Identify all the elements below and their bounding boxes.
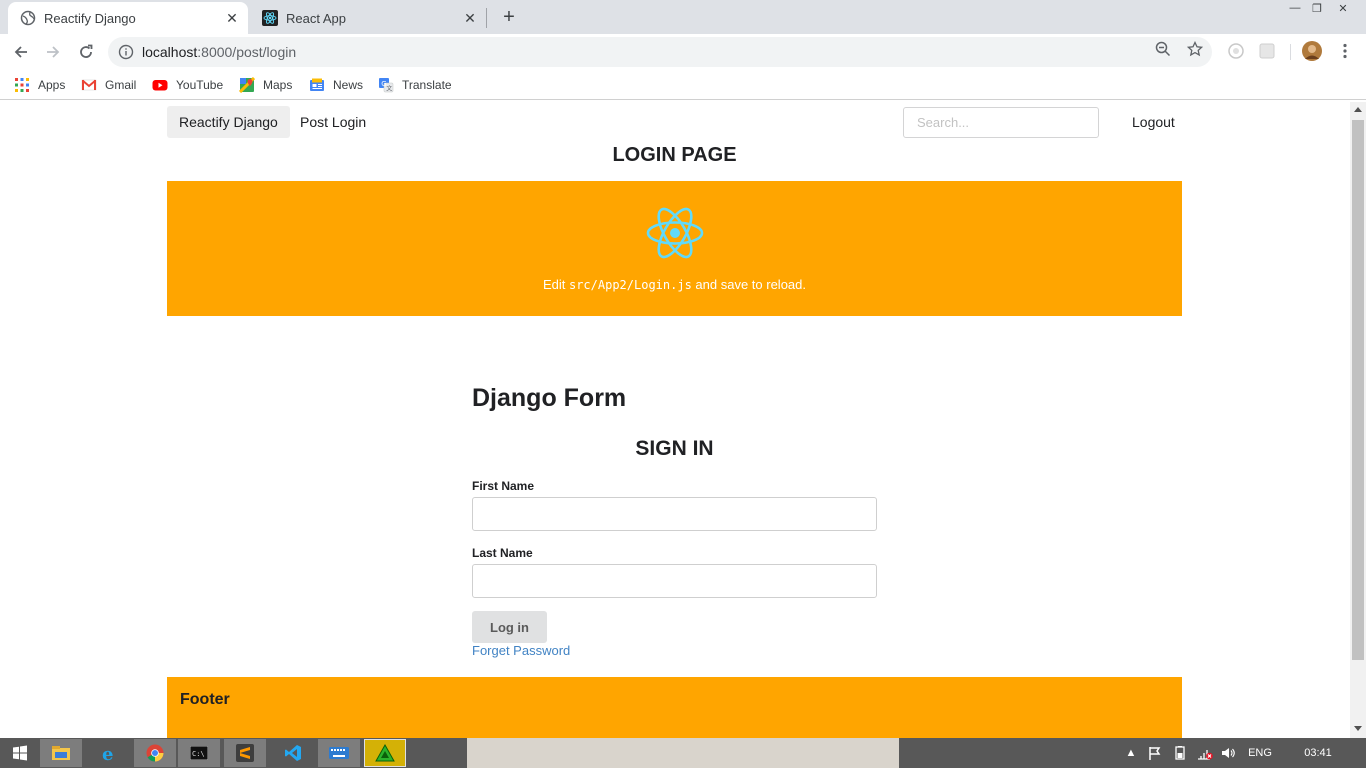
bookmark-label: YouTube	[176, 78, 224, 92]
scroll-down-arrow-icon[interactable]	[1354, 726, 1362, 731]
action-center-flag-icon[interactable]	[1146, 745, 1164, 761]
bookmark-maps[interactable]: Maps	[239, 76, 292, 94]
page-viewport: Reactify Django Post Login Logout LOGIN …	[0, 102, 1350, 738]
apps-grid-icon	[15, 78, 29, 92]
page-title: LOGIN PAGE	[612, 144, 737, 166]
bookmark-news[interactable]: News	[309, 76, 363, 94]
sublime-text-icon[interactable]	[224, 739, 266, 767]
maps-icon	[239, 77, 255, 93]
url-text: localhost:8000/post/login	[142, 44, 1212, 60]
internet-explorer-icon[interactable]: e	[88, 739, 130, 767]
show-hidden-icons-icon[interactable]: ▲	[1124, 745, 1138, 761]
profile-avatar[interactable]	[1302, 41, 1322, 61]
tab-title: React App	[286, 10, 346, 26]
form-heading: Django Form	[472, 384, 627, 412]
tab-title: Reactify Django	[44, 10, 136, 26]
bookmark-label: Gmail	[105, 78, 137, 92]
triangle-app-icon[interactable]	[364, 739, 406, 767]
edit-suffix: and save to reload.	[691, 277, 807, 292]
network-disconnected-icon[interactable]	[1196, 745, 1214, 761]
star-icon[interactable]	[1187, 41, 1203, 57]
react-edit-hint: Edit src/App2/Login.js and save to reloa…	[167, 277, 1182, 292]
extension-icon[interactable]	[1258, 42, 1276, 60]
windows-start-icon[interactable]	[0, 739, 40, 767]
svg-text:C:\: C:\	[192, 750, 205, 758]
tab-separator	[486, 8, 487, 28]
site-navbar: Reactify Django Post Login Logout	[167, 106, 1182, 138]
zoom-icon[interactable]	[1155, 41, 1171, 57]
react-logo-icon	[646, 207, 704, 259]
translate-icon: G文	[379, 78, 394, 93]
bookmark-label: Apps	[38, 78, 66, 92]
restore-icon[interactable]: ❐	[1306, 0, 1328, 16]
forward-icon[interactable]	[40, 39, 66, 65]
scroll-up-arrow-icon[interactable]	[1354, 107, 1362, 112]
info-icon[interactable]	[118, 44, 134, 60]
toolbar-divider	[1290, 44, 1291, 60]
tab-react-app[interactable]: React App ✕	[250, 2, 486, 34]
bookmarks-bar: Apps Gmail YouTube Maps News G文 Translat…	[0, 70, 1366, 100]
reload-icon[interactable]	[73, 39, 99, 65]
scrollbar-thumb[interactable]	[1352, 120, 1364, 660]
keyboard-app-icon[interactable]	[318, 739, 360, 767]
battery-icon[interactable]	[1171, 745, 1189, 761]
back-icon[interactable]	[8, 39, 34, 65]
react-app-header: Edit src/App2/Login.js and save to reloa…	[167, 181, 1182, 316]
site-footer: Footer	[167, 677, 1182, 738]
first-name-label: First Name	[472, 479, 535, 493]
new-tab-icon[interactable]: +	[498, 6, 520, 28]
globe-icon	[20, 10, 36, 26]
url-host: localhost	[142, 44, 198, 60]
first-name-field[interactable]	[472, 497, 877, 531]
language-indicator[interactable]: ENG	[1244, 745, 1276, 761]
minimize-icon[interactable]: —	[1284, 0, 1306, 16]
extension-icon[interactable]	[1227, 42, 1245, 60]
nav-search-box[interactable]	[903, 107, 1099, 138]
url-path: :8000/post/login	[197, 44, 297, 60]
close-window-icon[interactable]: ✕	[1332, 0, 1354, 16]
clock[interactable]: 03:41	[1298, 745, 1338, 761]
bookmark-label: Maps	[263, 78, 293, 92]
taskbar-preview-area	[467, 738, 899, 768]
bookmark-youtube[interactable]: YouTube	[152, 76, 223, 94]
volume-icon[interactable]	[1219, 745, 1237, 761]
youtube-icon	[152, 80, 168, 91]
footer-title: Footer	[180, 691, 230, 708]
gmail-icon	[81, 79, 97, 91]
vscode-icon[interactable]	[272, 739, 314, 767]
page-scrollbar[interactable]	[1350, 102, 1366, 738]
bookmark-translate[interactable]: G文 Translate	[378, 76, 452, 94]
login-button[interactable]: Log in	[472, 611, 547, 643]
nav-logout-link[interactable]: Logout	[1132, 106, 1175, 138]
browser-toolbar: localhost:8000/post/login	[0, 34, 1366, 70]
edit-code-path: src/App2/Login.js	[568, 278, 692, 292]
last-name-label: Last Name	[472, 546, 533, 560]
chrome-icon[interactable]	[134, 739, 176, 767]
file-explorer-icon[interactable]	[40, 739, 82, 767]
browser-tabstrip: Reactify Django ✕ React App ✕ + — ❐ ✕	[0, 0, 1366, 34]
address-bar[interactable]: localhost:8000/post/login	[108, 37, 1212, 67]
nav-brand-link[interactable]: Reactify Django	[167, 106, 290, 138]
search-input[interactable]	[904, 115, 1093, 130]
bookmark-label: Translate	[402, 78, 452, 92]
tab-reactify-django[interactable]: Reactify Django ✕	[8, 2, 248, 34]
edit-prefix: Edit	[542, 277, 569, 292]
nav-post-login-link[interactable]: Post Login	[300, 106, 366, 138]
bookmark-gmail[interactable]: Gmail	[81, 76, 136, 94]
bookmark-apps[interactable]: Apps	[14, 76, 65, 94]
signin-heading: SIGN IN	[635, 437, 714, 460]
last-name-field[interactable]	[472, 564, 877, 598]
close-tab-icon[interactable]: ✕	[222, 8, 242, 28]
windows-taskbar: e C:\ ▲ ENG 03:41	[0, 738, 1366, 768]
cmd-icon[interactable]: C:\	[178, 739, 220, 767]
news-icon	[310, 78, 324, 91]
menu-kebab-icon[interactable]	[1336, 42, 1354, 60]
forget-password-link[interactable]: Forget Password	[472, 643, 570, 658]
react-icon	[262, 10, 278, 26]
bookmark-label: News	[333, 78, 364, 92]
svg-text:文: 文	[386, 85, 392, 93]
close-tab-icon[interactable]: ✕	[460, 8, 480, 28]
svg-text:e: e	[102, 744, 113, 763]
